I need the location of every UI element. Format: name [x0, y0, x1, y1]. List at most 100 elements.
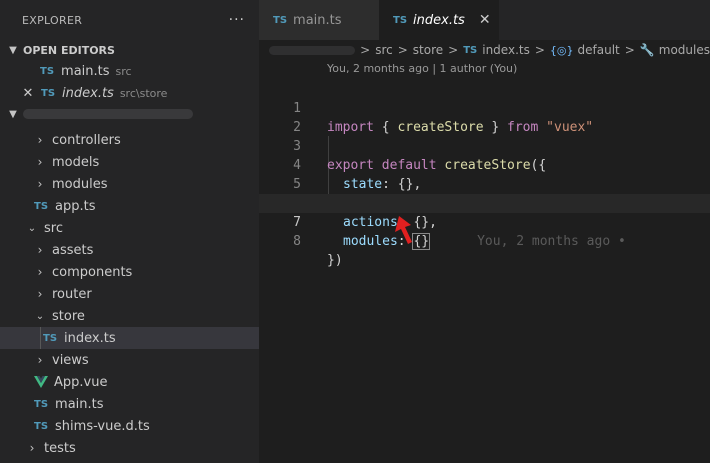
vue-file-icon — [34, 376, 48, 388]
file-label: app.ts — [55, 198, 96, 214]
inline-blame: You, 2 months ago • — [477, 234, 626, 249]
red-arrow-icon — [395, 216, 412, 244]
tree-item-assets[interactable]: › assets — [0, 239, 259, 261]
tree-item-src[interactable]: ⌄ src — [0, 217, 259, 239]
code-line-6: 6 actions: {}, — [259, 175, 710, 230]
tree-item-index-ts[interactable]: TS index.ts — [0, 327, 259, 349]
tree-item-controllers[interactable]: › controllers — [0, 129, 259, 151]
redacted-project-name — [23, 109, 193, 119]
breadcrumb-separator: > — [360, 43, 371, 57]
open-editors-section[interactable]: ▼ OPEN EDITORS — [0, 40, 259, 60]
breadcrumb-separator: > — [448, 43, 459, 57]
tree-item-app-vue[interactable]: App.vue — [0, 371, 259, 393]
code-line-7: 7 modules: {} You, 2 months ago • — [259, 194, 710, 250]
folder-label: assets — [52, 242, 94, 258]
typescript-file-icon: TS — [40, 65, 55, 77]
tab-label: index.ts — [413, 12, 465, 28]
code-line-3: 3 export default createStore({ — [259, 118, 710, 173]
code-line-8: 8 }) — [259, 213, 710, 268]
tab-index-ts[interactable]: TS index.ts ✕ — [379, 0, 499, 40]
chevron-right-icon: › — [37, 177, 43, 191]
open-editor-name: index.ts — [62, 85, 114, 101]
token-punct: }) — [327, 253, 343, 268]
token-property: modules — [343, 234, 398, 249]
breadcrumb-item-store[interactable]: store — [413, 43, 443, 57]
chevron-down-icon: ⌄ — [35, 310, 45, 322]
folder-label: components — [52, 264, 133, 280]
breadcrumb-separator: > — [624, 43, 635, 57]
tree-item-tests[interactable]: › tests — [0, 437, 259, 459]
code-line-4: 4 state: {}, — [259, 137, 710, 192]
line-number: 8 — [293, 234, 301, 249]
chevron-down-icon: ⌄ — [27, 222, 37, 234]
tree-item-router[interactable]: › router — [0, 283, 259, 305]
open-editor-path: src\store — [119, 86, 168, 100]
tab-main-ts[interactable]: TS main.ts — [259, 0, 379, 40]
folder-label: models — [52, 154, 100, 170]
chevron-right-icon: › — [37, 243, 43, 257]
project-section[interactable]: ▼ — [0, 104, 259, 124]
open-editors-title: OPEN EDITORS — [23, 43, 115, 57]
chevron-right-icon: › — [37, 353, 43, 367]
breadcrumb-item-src[interactable]: src — [375, 43, 393, 57]
tree-item-modules[interactable]: › modules — [0, 173, 259, 195]
close-icon[interactable]: ✕ — [479, 12, 491, 28]
tree-item-models[interactable]: › models — [0, 151, 259, 173]
folder-label: modules — [52, 176, 108, 192]
typescript-file-icon: TS — [41, 87, 56, 99]
tree-item-views[interactable]: › views — [0, 349, 259, 371]
code-line-2: 2 — [259, 99, 710, 135]
tree-item-main-ts[interactable]: TS main.ts — [0, 393, 259, 415]
typescript-file-icon: TS — [34, 200, 49, 212]
open-editor-name: main.ts — [61, 63, 110, 79]
folder-label: controllers — [52, 132, 121, 148]
file-label: index.ts — [64, 330, 116, 346]
breadcrumb-item-file[interactable]: index.ts — [482, 43, 530, 57]
tree-item-shims-vue[interactable]: TS shims-vue.d.ts — [0, 415, 259, 437]
folder-label: store — [52, 308, 85, 324]
file-label: shims-vue.d.ts — [55, 418, 150, 434]
codelens-blame[interactable]: You, 2 months ago | 1 author (You) — [327, 62, 517, 75]
tree-item-store[interactable]: ⌄ store — [0, 305, 259, 327]
chevron-down-icon: ▼ — [9, 108, 17, 120]
tab-label: main.ts — [293, 12, 342, 28]
chevron-right-icon: › — [37, 133, 43, 147]
breadcrumb-separator: > — [397, 43, 408, 57]
chevron-right-icon: › — [29, 441, 35, 455]
open-editor-item-index[interactable]: ✕ TS index.ts src\store — [0, 82, 259, 104]
code-editor[interactable]: 1 import { createStore } from "vuex" 2 3… — [259, 80, 710, 268]
explorer-header: EXPLORER ··· — [0, 0, 259, 40]
breadcrumb-separator: > — [534, 43, 545, 57]
close-editor-icon[interactable]: ✕ — [22, 86, 34, 101]
typescript-file-icon: TS — [34, 420, 49, 432]
breadcrumb-item-modules[interactable]: modules — [659, 43, 710, 57]
editor-tabs: TS main.ts TS index.ts ✕ — [259, 0, 710, 40]
indent-guide — [40, 327, 41, 349]
typescript-file-icon: TS — [273, 14, 288, 26]
open-editor-item-main[interactable]: TS main.ts src — [0, 60, 259, 82]
breadcrumb: > src > store > TS index.ts > {◎} defaul… — [259, 40, 710, 60]
folder-label: router — [52, 286, 92, 302]
chevron-right-icon: › — [37, 155, 43, 169]
wrench-icon: 🔧 — [639, 43, 655, 57]
tree-item-app-ts[interactable]: TS app.ts — [0, 195, 259, 217]
folder-label: views — [52, 352, 89, 368]
module-symbol-icon: {◎} — [549, 43, 574, 57]
breadcrumb-item-default[interactable]: default — [578, 43, 620, 57]
redacted-path — [269, 45, 356, 55]
folder-label: tests — [44, 440, 76, 456]
code-line-5: 5 mutations: {}, — [259, 156, 710, 211]
more-actions-icon[interactable]: ··· — [229, 12, 245, 28]
tree-item-components[interactable]: › components — [0, 261, 259, 283]
explorer-title: EXPLORER — [22, 13, 83, 27]
open-editor-path: src — [115, 64, 132, 78]
chevron-right-icon: › — [37, 287, 43, 301]
chevron-down-icon: ▼ — [9, 44, 17, 56]
chevron-right-icon: › — [37, 265, 43, 279]
typescript-file-icon: TS — [43, 332, 58, 344]
typescript-file-icon: TS — [34, 398, 49, 410]
folder-label: src — [44, 220, 63, 236]
explorer-sidebar: EXPLORER ··· ▼ OPEN EDITORS TS main.ts s… — [0, 0, 259, 463]
file-label: App.vue — [54, 374, 108, 390]
code-line-1: 1 import { createStore } from "vuex" — [259, 80, 710, 135]
